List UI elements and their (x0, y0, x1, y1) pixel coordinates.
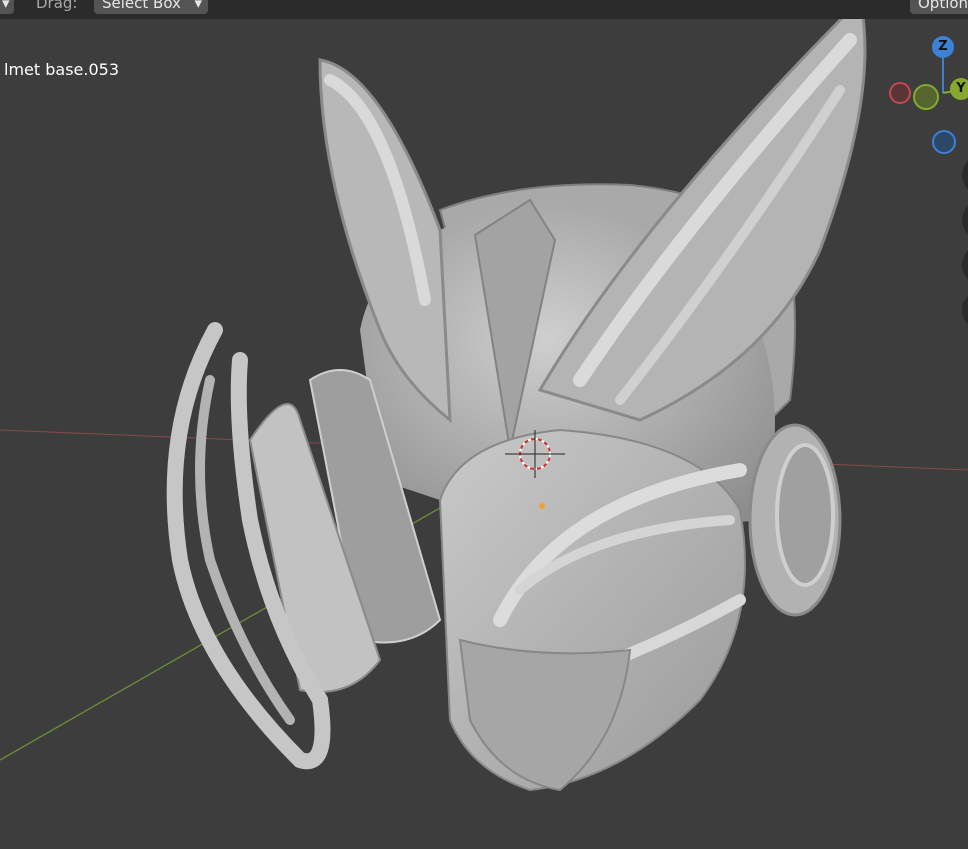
select-mode-label: Select Box (102, 0, 181, 12)
helmet-model[interactable] (166, 0, 867, 792)
z-axis-ball[interactable]: Z (932, 36, 954, 58)
viewport-scene[interactable] (0, 0, 968, 849)
editor-type-dropdown[interactable]: ▾ (0, 0, 14, 14)
options-button[interactable]: Options (910, 0, 968, 14)
options-label: Options (918, 0, 968, 12)
neg-y-axis-ball[interactable] (913, 84, 939, 110)
chevron-down-icon: ▾ (2, 0, 10, 12)
3d-viewport[interactable]: ▾ Drag: Select Box ▾ Options lmet base.0… (0, 0, 968, 849)
neg-z-axis-ball[interactable] (932, 130, 956, 154)
select-mode-dropdown[interactable]: Select Box ▾ (94, 0, 208, 14)
chevron-down-icon: ▾ (194, 0, 202, 12)
viewport-header: ▾ Drag: Select Box ▾ Options (0, 0, 968, 19)
y-axis-ball[interactable]: Y (950, 78, 968, 100)
object-name-overlay: lmet base.053 (4, 60, 119, 79)
object-origin (539, 503, 545, 509)
drag-label: Drag: (36, 0, 78, 12)
ear-cup-inner (775, 443, 835, 587)
neg-x-axis-ball[interactable] (889, 82, 911, 104)
navigation-gizmo[interactable]: Z Y (880, 30, 968, 160)
